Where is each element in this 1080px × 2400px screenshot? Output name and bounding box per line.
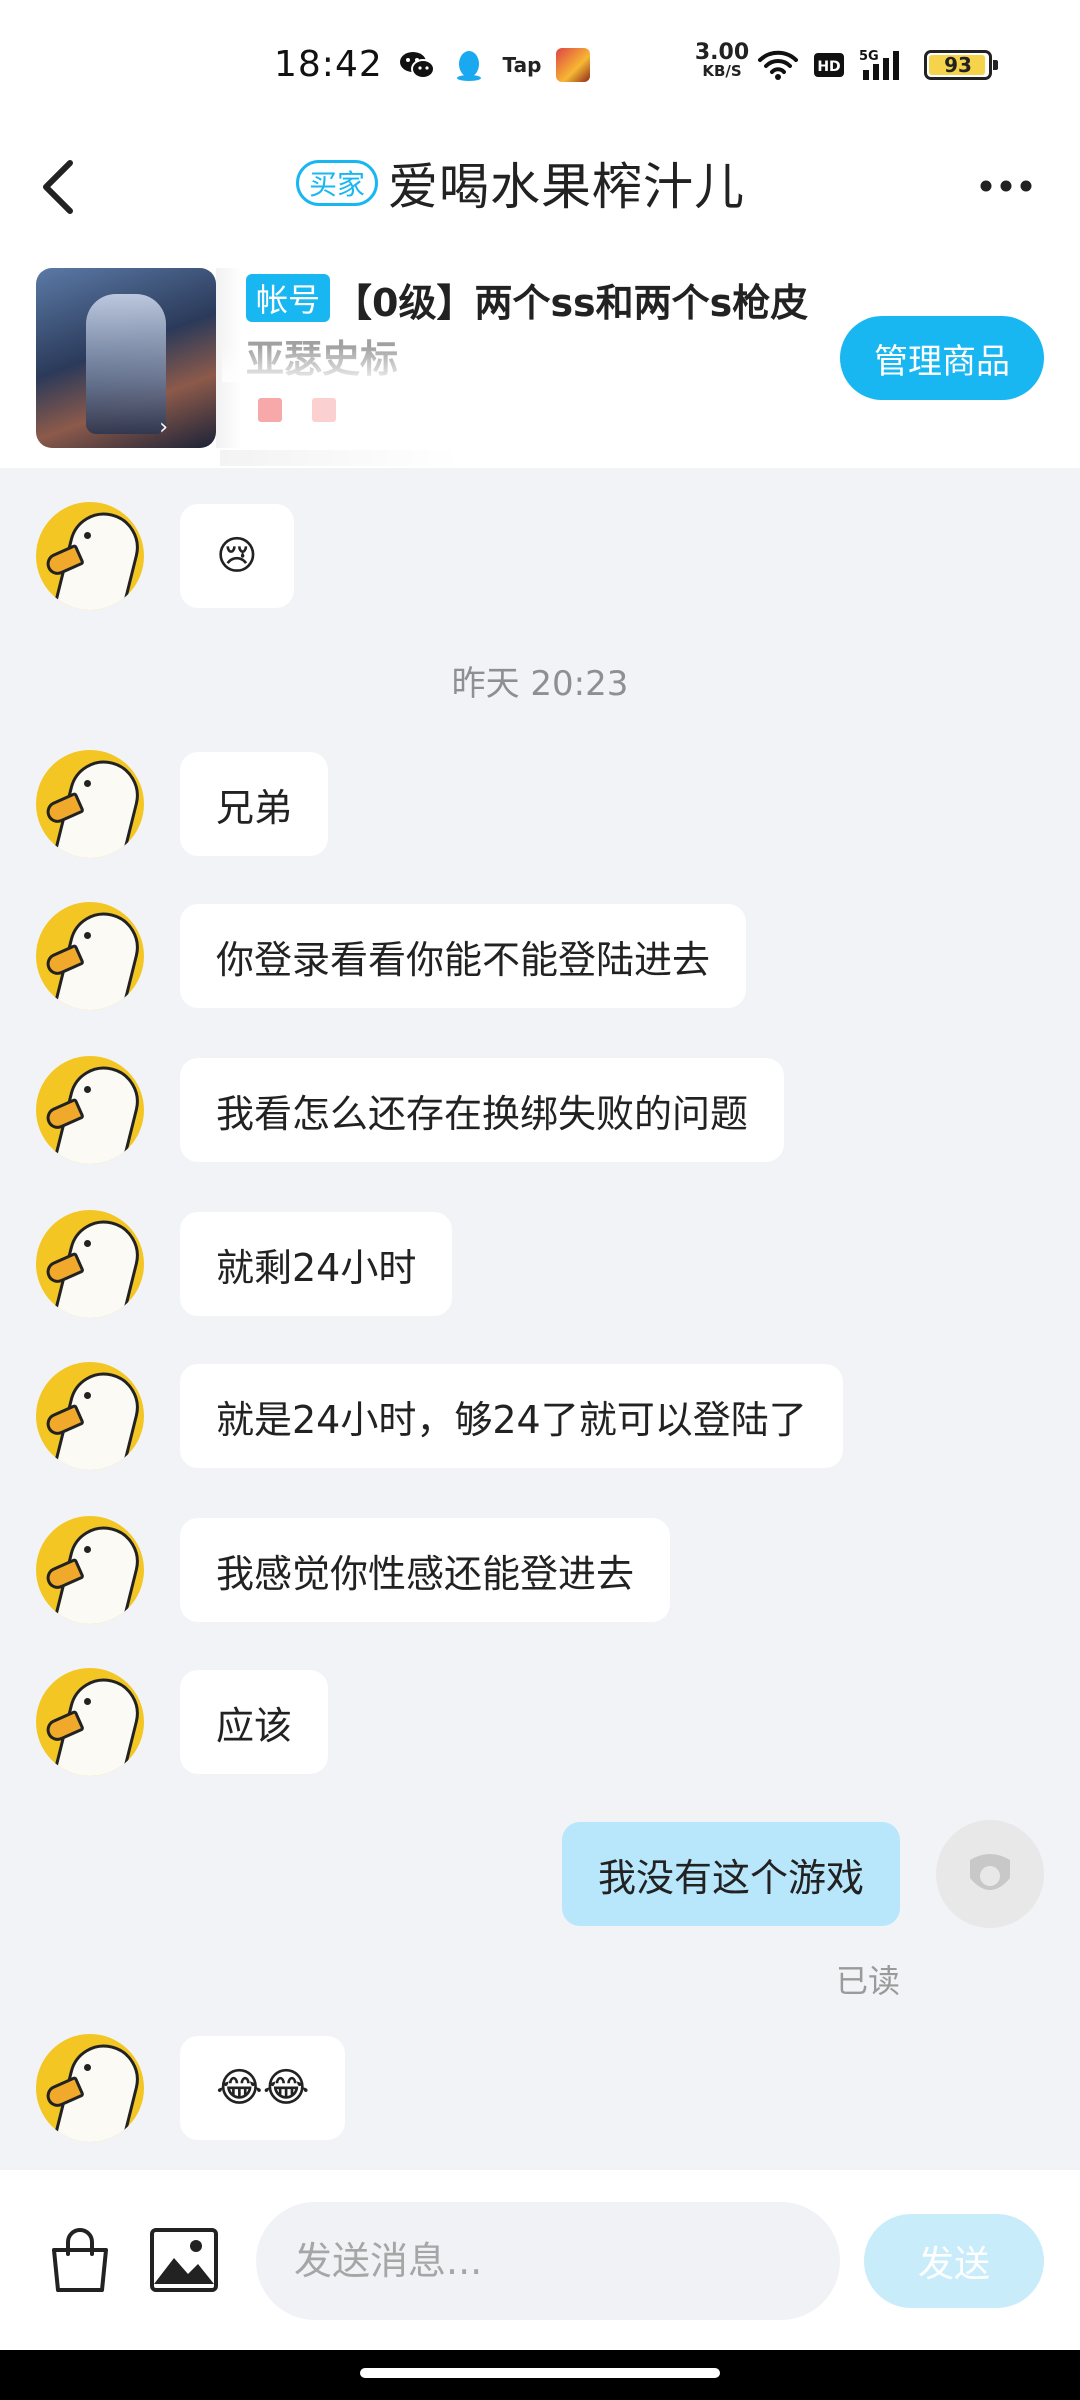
message-input[interactable] <box>256 2202 840 2320</box>
message-bubble[interactable]: 我感觉你性感还能登进去 <box>180 1518 671 1622</box>
hd-icon: HD <box>812 48 846 82</box>
network-speed: 3.00 KB/S <box>694 40 750 81</box>
message-bubble[interactable]: 你登录看看你能不能登陆进去 <box>180 904 747 1008</box>
message-bubble[interactable]: 应该 <box>180 1670 329 1774</box>
svg-text:HD: HD <box>817 59 840 75</box>
outgoing-message-bubble[interactable]: 我没有这个游戏 <box>561 1822 900 1926</box>
default-avatar-icon <box>970 1854 1010 1890</box>
wifi-icon <box>756 48 800 82</box>
chat-messages[interactable]: 😢 昨天 20:23 兄弟 你登录看看你能不能登陆进去 我看怎么还存在换绑失败的… <box>0 468 1080 2170</box>
taptap-icon: Tap <box>502 53 542 77</box>
status-time: 18:42 <box>274 44 383 85</box>
price-redacted-block <box>312 398 336 422</box>
status-bar: 18:42 Tap 3.00 KB/S HD 5G 93 <box>0 0 1080 130</box>
chat-title-group: 买家 爱喝水果榨汁儿 <box>296 148 745 218</box>
chat-header: 买家 爱喝水果榨汁儿 <box>0 130 1080 250</box>
input-bar: 发送 <box>0 2170 1080 2350</box>
message-bubble[interactable]: 😢 <box>180 504 294 608</box>
avatar[interactable] <box>36 902 144 1010</box>
back-button[interactable] <box>38 152 98 222</box>
avatar[interactable] <box>36 1668 144 1776</box>
wechat-icon <box>398 48 436 82</box>
message-bubble[interactable]: 就是24小时，够24了就可以登陆了 <box>180 1364 843 1468</box>
message-bubble[interactable]: 我看怎么还存在换绑失败的问题 <box>180 1058 785 1162</box>
chevron-right-icon: › <box>159 415 168 440</box>
product-thumbnail[interactable]: › <box>36 268 216 448</box>
manage-product-button[interactable]: 管理商品 <box>840 316 1044 400</box>
fade-strip <box>220 450 460 466</box>
message-bubble[interactable]: 😂😂 <box>180 2036 346 2140</box>
avatar[interactable] <box>36 750 144 858</box>
battery-indicator: 93 <box>924 50 998 80</box>
avatar[interactable] <box>36 1210 144 1318</box>
home-indicator[interactable] <box>360 2368 720 2378</box>
avatar[interactable] <box>36 1516 144 1624</box>
product-card[interactable]: › 帐号 【0级】两个ss和两个s枪皮 亚瑟史标 管理商品 <box>0 250 1080 468</box>
image-icon[interactable] <box>146 2222 222 2298</box>
more-button[interactable] <box>976 166 1036 206</box>
avatar[interactable] <box>36 1362 144 1470</box>
shopping-bag-icon[interactable] <box>42 2222 118 2298</box>
message-bubble[interactable]: 就剩24小时 <box>180 1212 453 1316</box>
message-bubble[interactable]: 兄弟 <box>180 752 329 856</box>
role-tag: 买家 <box>296 160 379 206</box>
avatar[interactable] <box>36 502 144 610</box>
subtitle-fade <box>222 346 462 382</box>
game-icon <box>556 48 590 82</box>
5g-signal-icon: 5G <box>858 48 910 82</box>
avatar[interactable] <box>936 1820 1044 1928</box>
category-tag: 帐号 <box>246 274 331 322</box>
svg-text:5G: 5G <box>859 49 879 64</box>
system-nav-bar <box>0 2350 1080 2400</box>
product-title: 【0级】两个ss和两个s枪皮 <box>334 281 809 325</box>
avatar[interactable] <box>36 1056 144 1164</box>
price-redacted-block <box>258 398 282 422</box>
more-horizontal-icon <box>980 180 1032 192</box>
timestamp-label: 昨天 20:23 <box>451 664 629 704</box>
chat-title: 爱喝水果榨汁儿 <box>388 158 746 216</box>
qq-icon <box>452 48 486 82</box>
read-status: 已读 <box>835 1962 900 2000</box>
send-button[interactable]: 发送 <box>864 2214 1044 2308</box>
product-image-figure <box>86 294 166 434</box>
avatar[interactable] <box>36 2034 144 2142</box>
chevron-left-icon <box>43 160 73 214</box>
